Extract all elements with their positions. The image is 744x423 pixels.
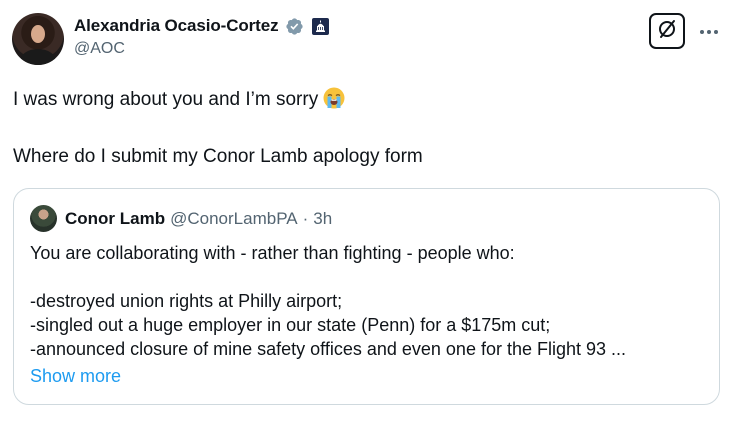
quoted-text-line xyxy=(30,265,710,289)
loudly-crying-face-icon xyxy=(322,86,346,110)
author-avatar[interactable] xyxy=(12,13,64,65)
quoted-author-avatar[interactable] xyxy=(30,205,57,232)
quoted-tweet-header: Conor Lamb @ConorLambPA · 3h xyxy=(65,207,332,231)
tweet: Alexandria Ocasio-Cortez @AOC I was wron… xyxy=(0,0,744,423)
quoted-text-line: You are collaborating with - rather than… xyxy=(30,243,515,263)
verified-badge-icon[interactable] xyxy=(285,17,304,36)
grok-button[interactable] xyxy=(649,13,685,49)
header-separator: · xyxy=(302,209,309,228)
quoted-text-line: -destroyed union rights at Philly airpor… xyxy=(30,291,343,311)
author-handle[interactable]: @AOC xyxy=(74,40,125,58)
quoted-author-name[interactable]: Conor Lamb xyxy=(65,209,165,229)
author-name-row: Alexandria Ocasio-Cortez xyxy=(74,14,329,38)
quoted-text-line: -singled out a huge employer in our stat… xyxy=(30,315,551,335)
tweet-text-line-2: Where do I submit my Conor Lamb apology … xyxy=(13,146,423,167)
government-badge-icon[interactable] xyxy=(311,17,329,35)
tweet-text-line-1-label: I was wrong about you and I’m sorry xyxy=(13,89,319,110)
quoted-text-line: -announced closure of mine safety office… xyxy=(30,339,627,359)
quoted-tweet-time[interactable]: 3h xyxy=(313,209,332,229)
quoted-author-handle[interactable]: @ConorLambPA xyxy=(170,209,298,229)
more-options-icon[interactable] xyxy=(697,20,721,44)
author-display-name[interactable]: Alexandria Ocasio-Cortez xyxy=(74,16,279,36)
show-more-link[interactable]: Show more xyxy=(30,366,121,387)
quoted-tweet-text: You are collaborating with - rather than… xyxy=(30,241,710,361)
grok-icon xyxy=(656,18,678,45)
tweet-text-line-1: I was wrong about you and I’m sorry xyxy=(13,86,713,112)
quoted-tweet[interactable]: Conor Lamb @ConorLambPA · 3h You are col… xyxy=(13,188,720,405)
